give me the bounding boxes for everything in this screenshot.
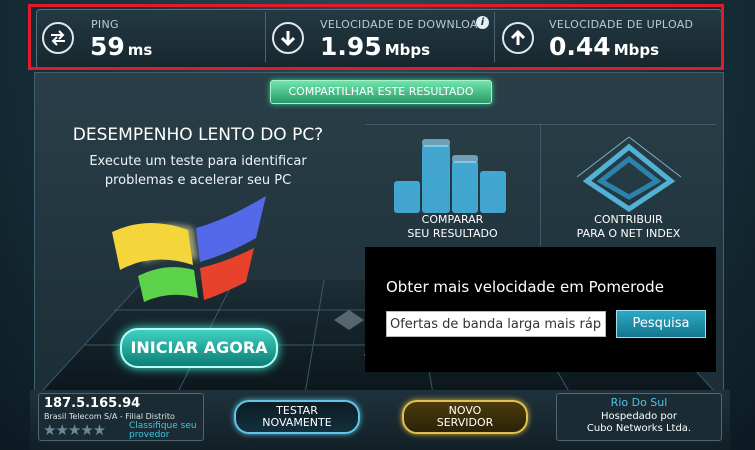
isp-info-panel: 187.5.165.94 Brasil Telecom S/A - Filial…: [38, 393, 204, 441]
rate-provider-link[interactable]: Classifique seu provedor: [129, 422, 197, 440]
server-host-line: Cubo Networks Ltda.: [586, 423, 692, 434]
offer-search-button[interactable]: Pesquisa: [616, 310, 706, 338]
server-city[interactable]: Rio Do Sul: [557, 396, 721, 409]
test-again-line: NOVAMENTE: [262, 416, 332, 429]
compare-result-tile[interactable]: COMPARAR SEU RESULTADO: [366, 125, 539, 245]
offer-search-input[interactable]: [386, 311, 606, 337]
share-result-button[interactable]: COMPARTILHAR ESTE RESULTADO: [270, 80, 492, 104]
contribute-label-line: PARA O NET INDEX: [576, 227, 681, 240]
offer-title: Obter mais velocidade em Pomerode: [386, 278, 664, 296]
rate-provider-line: provedor: [129, 430, 170, 440]
windows-flag-logo: [112, 196, 266, 302]
rating-stars[interactable]: ★★★★★: [43, 421, 106, 439]
server-host: Hospedado por Cubo Networks Ltda.: [557, 411, 721, 435]
compare-label-line: COMPARAR: [421, 213, 484, 226]
compare-label: COMPARAR SEU RESULTADO: [366, 213, 539, 241]
compare-label-line: SEU RESULTADO: [407, 227, 498, 240]
contribute-tile[interactable]: CONTRIBUIR PARA O NET INDEX: [541, 125, 716, 245]
isp-name: Brasil Telecom S/A - Filial Distrito: [44, 412, 175, 421]
new-server-line: SERVIDOR: [436, 416, 494, 429]
promo-subtitle: Execute um teste para identificar proble…: [38, 152, 358, 190]
net-index-icon: [576, 136, 682, 213]
test-again-button[interactable]: TESTAR NOVAMENTE: [234, 400, 360, 434]
ip-address: 187.5.165.94: [44, 396, 141, 411]
promo-subtitle-line: Execute um teste para identificar: [89, 154, 307, 169]
contribute-label-line: CONTRIBUIR: [594, 213, 663, 226]
server-host-line: Hospedado por: [600, 411, 678, 422]
start-now-button[interactable]: INICIAR AGORA: [120, 328, 278, 368]
promo-subtitle-line: problemas e acelerar seu PC: [104, 173, 292, 188]
contribute-label: CONTRIBUIR PARA O NET INDEX: [541, 213, 716, 241]
new-server-button[interactable]: NOVO SERVIDOR: [402, 400, 528, 434]
bar-chart-icon: [394, 139, 506, 213]
server-info-panel: Rio Do Sul Hospedado por Cubo Networks L…: [556, 393, 722, 441]
promo-title: DESEMPENHO LENTO DO PC?: [72, 125, 324, 145]
results-highlight-box: [28, 4, 724, 70]
